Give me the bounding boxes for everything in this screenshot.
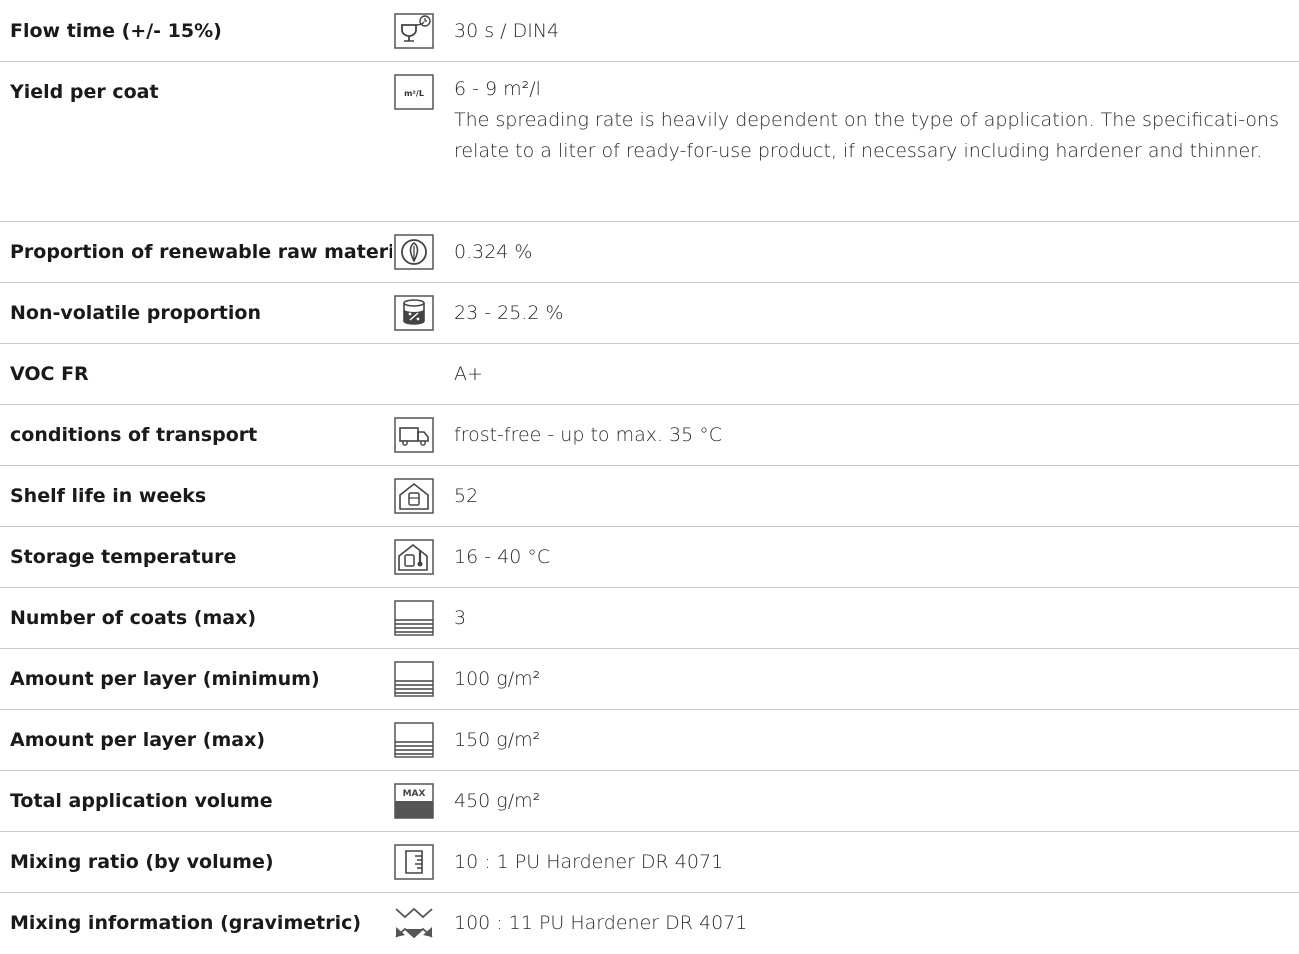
property-row-mixing-information-gravimetric: Mixing information (gravimetric) 100 : 1… [0, 893, 1299, 954]
property-value: 150 g/m² [454, 729, 541, 751]
property-row-renewable-raw-materials: Proportion of renewable raw materi- 0.32… [0, 222, 1299, 283]
can-percent-icon [392, 295, 436, 331]
property-value: 6 - 9 m²/l The spreading rate is heavily… [454, 74, 1299, 167]
truck-icon [392, 417, 436, 453]
property-value: 52 [454, 485, 479, 507]
property-label: Non-volatile proportion [10, 302, 261, 324]
house-thermometer-icon [392, 539, 436, 575]
property-row-non-volatile-proportion: Non-volatile proportion 23 - 25.2 % [0, 283, 1299, 344]
property-label: Mixing information (gravimetric) [10, 912, 362, 934]
property-value: frost-free - up to max. 35 °C [454, 424, 723, 446]
property-value: 0.324 % [454, 241, 533, 263]
property-label: Yield per coat [10, 81, 159, 103]
property-value: 10 : 1 PU Hardener DR 4071 [454, 851, 724, 873]
property-value: 3 [454, 607, 467, 629]
property-label: Proportion of renewable raw materi- [10, 241, 392, 263]
property-row-yield-per-coat: Yield per coat m²/L 6 - 9 m²/l The sprea… [0, 62, 1299, 222]
property-label: Total application volume [10, 790, 273, 812]
layers-icon [392, 722, 436, 758]
property-label: conditions of transport [10, 424, 258, 446]
property-row-flow-time: Flow time (+/- 15%) 30 s / DIN4 [0, 0, 1299, 62]
property-label: Storage temperature [10, 546, 237, 568]
property-label: VOC FR [10, 363, 89, 385]
property-value: 100 g/m² [454, 668, 541, 690]
layers-icon [392, 661, 436, 697]
property-value: 30 s / DIN4 [454, 20, 560, 42]
leaf-circle-icon [392, 234, 436, 270]
max-volume-icon-text: MAX [403, 789, 426, 799]
empty-icon-slot [392, 356, 436, 392]
measuring-cup-icon [392, 844, 436, 880]
property-row-total-application-volume: Total application volume MAX 450 g/m² [0, 771, 1299, 832]
property-row-voc-fr: VOC FR A+ [0, 344, 1299, 405]
property-row-shelf-life: Shelf life in weeks 52 [0, 466, 1299, 527]
property-row-number-of-coats: Number of coats (max) 3 [0, 588, 1299, 649]
property-value: A+ [454, 363, 483, 385]
house-can-icon [392, 478, 436, 514]
property-row-storage-temperature: Storage temperature 16 - 40 °C [0, 527, 1299, 588]
m2-per-liter-icon: m²/L [392, 74, 436, 110]
max-volume-icon: MAX [392, 783, 436, 819]
product-properties-table: Flow time (+/- 15%) 30 s / DIN4 Yield pe… [0, 0, 1299, 954]
property-label: Mixing ratio (by volume) [10, 851, 274, 873]
property-value-main: 6 - 9 m²/l [454, 78, 541, 100]
balance-scale-icon [392, 905, 436, 941]
property-label: Number of coats (max) [10, 607, 257, 629]
property-row-amount-per-layer-max: Amount per layer (max) 150 g/m² [0, 710, 1299, 771]
property-value: 16 - 40 °C [454, 546, 551, 568]
property-row-amount-per-layer-minimum: Amount per layer (minimum) 100 g/m² [0, 649, 1299, 710]
property-row-conditions-of-transport: conditions of transport frost-free - up … [0, 405, 1299, 466]
layers-icon [392, 600, 436, 636]
m2-per-liter-icon-text: m²/L [404, 89, 424, 98]
property-value-note: The spreading rate is heavily dependent … [454, 109, 1279, 162]
property-value: 100 : 11 PU Hardener DR 4071 [454, 912, 748, 934]
property-value: 450 g/m² [454, 790, 541, 812]
property-value: 23 - 25.2 % [454, 302, 564, 324]
property-label: Shelf life in weeks [10, 485, 207, 507]
property-row-mixing-ratio-volume: Mixing ratio (by volume) 10 : 1 PU Harde… [0, 832, 1299, 893]
property-label: Amount per layer (minimum) [10, 668, 320, 690]
property-label: Amount per layer (max) [10, 729, 266, 751]
property-label: Flow time (+/- 15%) [10, 20, 222, 42]
flow-cup-timer-icon [392, 13, 436, 49]
